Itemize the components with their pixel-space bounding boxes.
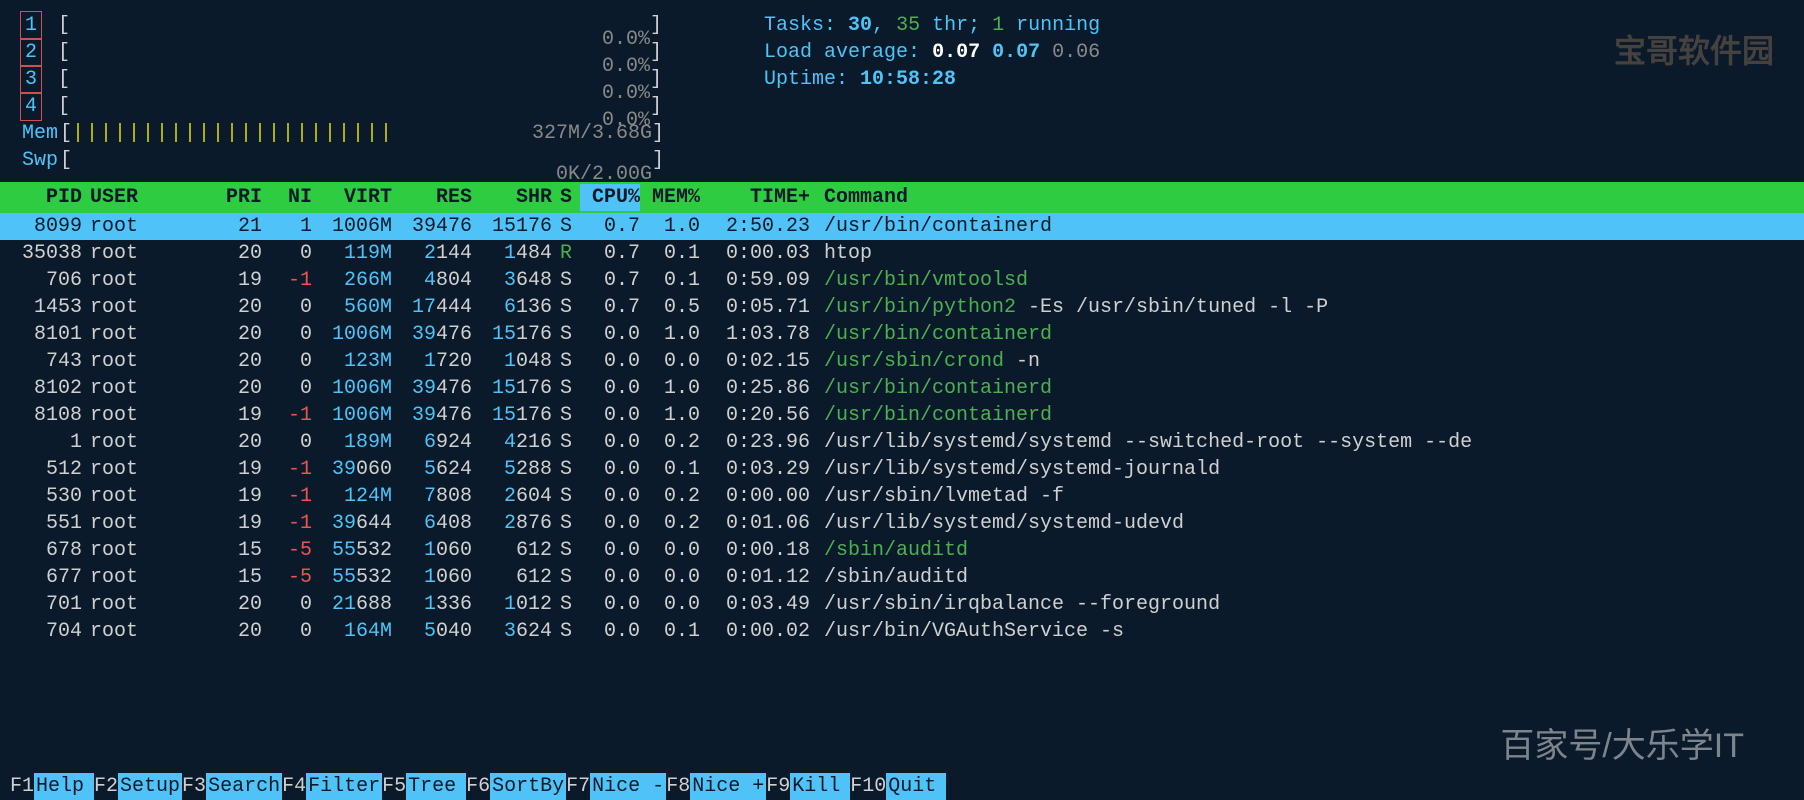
fkey-f4[interactable]: F4Filter (282, 773, 382, 800)
process-row[interactable]: 8108root19-11006M3947615176S0.01.00:20.5… (0, 402, 1804, 429)
column-header-s[interactable]: S (552, 184, 580, 211)
process-row[interactable]: 706root19-1266M48043648S0.70.10:59.09/us… (0, 267, 1804, 294)
process-row[interactable]: 512root19-13906056245288S0.00.10:03.29/u… (0, 456, 1804, 483)
process-row[interactable]: 8102root2001006M3947615176S0.01.00:25.86… (0, 375, 1804, 402)
column-header-shr[interactable]: SHR (472, 184, 552, 211)
column-header-virt[interactable]: VIRT (312, 184, 392, 211)
process-row[interactable]: 704root200164M50403624S0.00.10:00.02/usr… (0, 618, 1804, 645)
fkey-f10[interactable]: F10Quit (850, 773, 946, 800)
fkey-f5[interactable]: F5Tree (382, 773, 466, 800)
process-row[interactable]: 35038root200119M21441484R0.70.10:00.03ht… (0, 240, 1804, 267)
column-header-user[interactable]: USER (82, 184, 212, 211)
process-row[interactable]: 8099root2111006M3947615176S0.71.02:50.23… (0, 213, 1804, 240)
column-header-pri[interactable]: PRI (212, 184, 262, 211)
process-row[interactable]: 8101root2001006M3947615176S0.01.01:03.78… (0, 321, 1804, 348)
header-section: 1 [0.0%] 2 [0.0%] 3 [0.0%] 4 [0.0%] Mem[… (0, 0, 1804, 182)
process-row[interactable]: 677root15-5555321060612S0.00.00:01.12/sb… (0, 564, 1804, 591)
fkey-f2[interactable]: F2Setup (94, 773, 182, 800)
column-header-time[interactable]: TIME+ (700, 184, 820, 211)
cpu-meter-1: 1 [0.0%] (20, 12, 664, 39)
fkey-f1[interactable]: F1Help (10, 773, 94, 800)
column-header-cpu[interactable]: CPU% (580, 184, 640, 211)
cpu-meter-3: 3 [0.0%] (20, 66, 664, 93)
column-header-res[interactable]: RES (392, 184, 472, 211)
fkey-f8[interactable]: F8Nice + (666, 773, 766, 800)
column-header-ni[interactable]: NI (262, 184, 312, 211)
process-row[interactable]: 701root2002168813361012S0.00.00:03.49/us… (0, 591, 1804, 618)
fkey-f3[interactable]: F3Search (182, 773, 282, 800)
cpu-meter-4: 4 [0.0%] (20, 93, 664, 120)
resource-meters: 1 [0.0%] 2 [0.0%] 3 [0.0%] 4 [0.0%] Mem[… (20, 12, 664, 174)
system-info: Tasks: 30, 35 thr; 1 running Load averag… (764, 12, 1100, 174)
process-row[interactable]: 678root15-5555321060612S0.00.00:00.18/sb… (0, 537, 1804, 564)
process-row[interactable]: 743root200123M17201048S0.00.00:02.15/usr… (0, 348, 1804, 375)
function-key-bar: F1Help F2Setup F3SearchF4FilterF5Tree F6… (0, 773, 1804, 800)
process-row[interactable]: 530root19-1124M78082604S0.00.20:00.00/us… (0, 483, 1804, 510)
tasks-info: Tasks: 30, 35 thr; 1 running (764, 12, 1100, 39)
fkey-f7[interactable]: F7Nice - (566, 773, 666, 800)
process-row[interactable]: 551root19-13964464082876S0.00.20:01.06/u… (0, 510, 1804, 537)
process-row[interactable]: 1root200189M69244216S0.00.20:23.96/usr/l… (0, 429, 1804, 456)
column-header-command[interactable]: Command (820, 184, 1804, 211)
fkey-f9[interactable]: F9Kill (766, 773, 850, 800)
column-header-pid[interactable]: PID (10, 184, 82, 211)
process-list[interactable]: 8099root2111006M3947615176S0.71.02:50.23… (0, 213, 1804, 645)
process-table-header[interactable]: PID USER PRI NI VIRT RES SHR S CPU% MEM%… (0, 182, 1804, 213)
cpu-meter-2: 2 [0.0%] (20, 39, 664, 66)
uptime: Uptime: 10:58:28 (764, 66, 1100, 93)
load-average: Load average: 0.07 0.07 0.06 (764, 39, 1100, 66)
fkey-f6[interactable]: F6SortBy (466, 773, 566, 800)
watermark-text-2: 宝哥软件园 (1614, 30, 1774, 73)
mem-meter: Mem[|||||||||||||||||||||||327M/3.68G] (20, 120, 664, 147)
watermark-text-1: 百家号/大乐学IT (1500, 724, 1744, 770)
process-row[interactable]: 1453root200560M174446136S0.70.50:05.71/u… (0, 294, 1804, 321)
column-header-mem[interactable]: MEM% (640, 184, 700, 211)
swap-meter: Swp[0K/2.00G] (20, 147, 664, 174)
